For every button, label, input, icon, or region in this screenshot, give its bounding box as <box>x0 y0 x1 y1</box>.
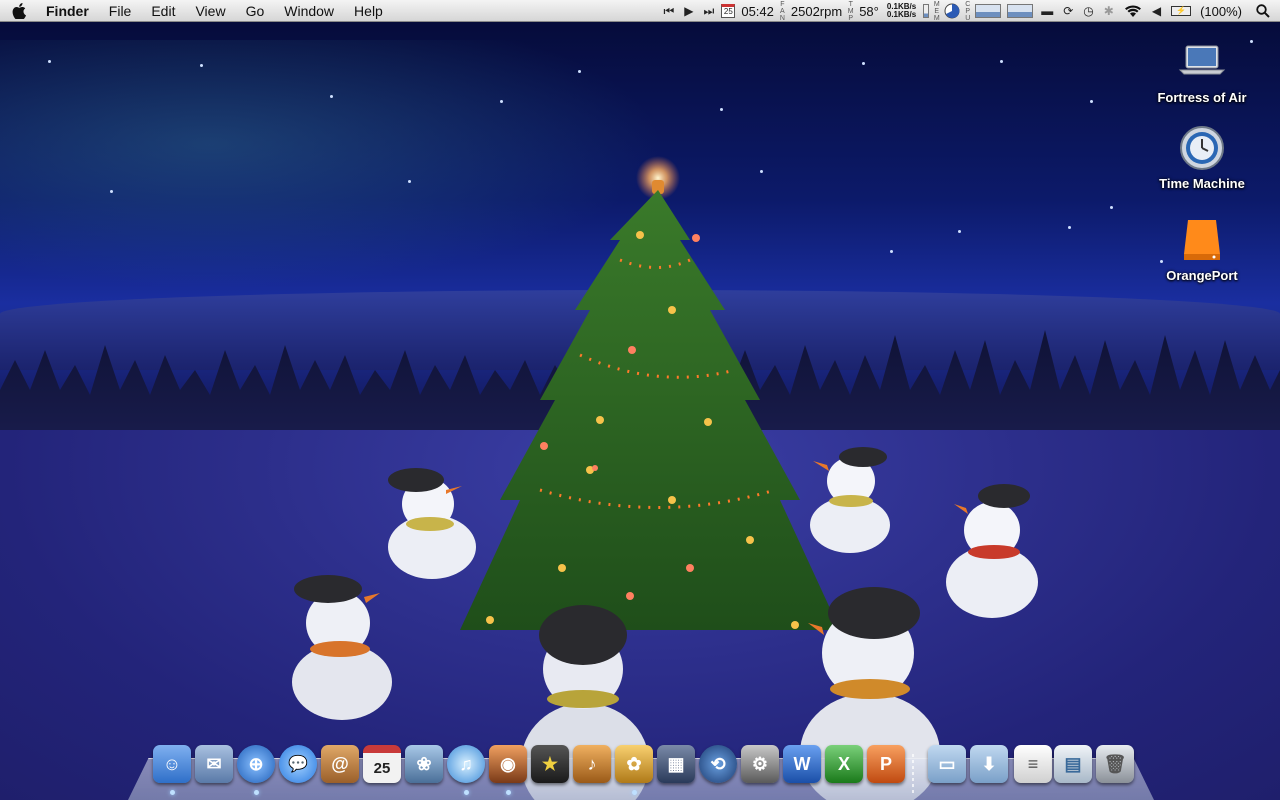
dock-running-indicator <box>506 790 511 795</box>
volume-icon[interactable]: ◀ <box>1147 0 1166 22</box>
network-rates[interactable]: 0.1KB/s 0.1KB/s <box>883 3 920 19</box>
apple-menu-icon[interactable] <box>0 0 38 22</box>
dock-powerpoint-icon[interactable]: P <box>867 745 905 783</box>
dock-image-stack-icon[interactable]: ▤ <box>1054 745 1092 783</box>
menu-app-finder[interactable]: Finder <box>38 0 99 22</box>
dock-word-icon[interactable]: W <box>783 745 821 783</box>
time-machine-menu-icon[interactable]: ◷ <box>1078 0 1098 22</box>
dock-imovie-icon[interactable]: ★ <box>531 745 569 783</box>
dock-photo-booth-icon[interactable]: ◉ <box>489 745 527 783</box>
fan-label: FAN <box>778 0 786 22</box>
time-machine-icon <box>1178 124 1226 172</box>
star <box>408 180 411 183</box>
next-track-icon[interactable]: ⏭ <box>699 0 720 22</box>
status-area: ⏮ ▶ ⏭ 25 05:42 FAN 2502rpm TMP 58° 0.1KB… <box>658 0 1280 22</box>
desktop-icon-label: Time Machine <box>1159 176 1245 191</box>
temp-label: TMP <box>847 0 855 22</box>
previous-track-icon[interactable]: ⏮ <box>658 0 679 22</box>
dock-time-machine-icon[interactable]: ⟲ <box>699 745 737 783</box>
cpu-label: CPU <box>964 0 972 22</box>
dock-iphoto-icon[interactable]: ❀ <box>405 745 443 783</box>
menu-window[interactable]: Window <box>274 0 344 22</box>
sync-icon[interactable]: ⟳ <box>1058 0 1078 22</box>
dock-system-preferences-icon[interactable]: ⚙ <box>741 745 779 783</box>
star <box>330 95 333 98</box>
star <box>578 70 581 73</box>
star <box>110 190 113 193</box>
net-down: 0.1KB/s <box>886 10 917 19</box>
battery-icon[interactable]: ⚡ <box>1166 0 1196 22</box>
dock-address-book-icon[interactable]: @ <box>321 745 359 783</box>
dock-finder-icon[interactable]: ☺ <box>153 745 191 783</box>
wifi-icon[interactable] <box>1119 0 1147 22</box>
laptop-icon <box>1178 38 1226 86</box>
desktop-icon-orangeport[interactable]: OrangePort <box>1147 216 1257 283</box>
snowman <box>292 575 392 720</box>
desktop-icon-label: OrangePort <box>1166 268 1238 283</box>
menu-edit[interactable]: Edit <box>141 0 185 22</box>
dock-running-indicator <box>464 790 469 795</box>
cpu-graph-2-icon[interactable] <box>1007 4 1034 18</box>
calendar-day: 25 <box>721 4 736 18</box>
dock-running-indicator <box>254 790 259 795</box>
dock-ical-icon[interactable]: 25 <box>363 745 401 783</box>
dock-dashboard-icon[interactable]: ▦ <box>657 745 695 783</box>
clock-time[interactable]: 05:42 <box>737 4 778 19</box>
dock-documents-folder-icon[interactable]: ▭ <box>928 745 966 783</box>
star <box>1000 60 1003 63</box>
menu-go[interactable]: Go <box>236 0 275 22</box>
star <box>48 60 51 63</box>
battery-percent[interactable]: (100%) <box>1196 4 1246 19</box>
desktop-icon-fortress-of-air[interactable]: Fortress of Air <box>1147 38 1257 105</box>
play-icon[interactable]: ▶ <box>679 0 698 22</box>
mem-label: MEM <box>933 0 941 22</box>
star <box>720 108 723 111</box>
dock-running-indicator <box>170 790 175 795</box>
dock-mail-icon[interactable]: ✉ <box>195 745 233 783</box>
star <box>500 100 503 103</box>
snowman <box>946 484 1038 618</box>
fan-speed[interactable]: 2502rpm <box>787 4 846 19</box>
menu-bar: Finder File Edit View Go Window Help ⏮ ▶… <box>0 0 1280 22</box>
disk-activity-icon[interactable] <box>920 0 932 22</box>
display-icon[interactable]: ▬ <box>1036 0 1058 22</box>
desktop-icon-time-machine[interactable]: Time Machine <box>1147 124 1257 191</box>
menu-file[interactable]: File <box>99 0 142 22</box>
snowman <box>388 468 476 579</box>
menu-view[interactable]: View <box>185 0 235 22</box>
dock-excel-icon[interactable]: X <box>825 745 863 783</box>
star <box>200 64 203 67</box>
dock-document-stack-icon[interactable]: ≡ <box>1014 745 1052 783</box>
desktop-wallpaper <box>0 0 1280 800</box>
dock-running-indicator <box>632 790 637 795</box>
dock-adium-icon[interactable]: ✿ <box>615 745 653 783</box>
calendar-icon[interactable]: 25 <box>719 0 737 22</box>
snowman <box>810 447 890 553</box>
memory-pie-icon[interactable] <box>941 0 963 22</box>
menu-help[interactable]: Help <box>344 0 393 22</box>
star <box>862 62 865 65</box>
dock-itunes-icon[interactable]: ♫ <box>447 745 485 783</box>
star <box>1110 206 1113 209</box>
cpu-graph-icon[interactable] <box>975 4 1002 18</box>
star <box>1068 226 1071 229</box>
dock-downloads-folder-icon[interactable]: ⬇ <box>970 745 1008 783</box>
dock-separator <box>912 754 914 794</box>
temperature[interactable]: 58° <box>855 4 883 19</box>
dock-trash-icon[interactable]: 🗑 <box>1096 745 1134 783</box>
spotlight-search-icon[interactable] <box>1246 0 1280 22</box>
desktop-icon-label: Fortress of Air <box>1157 90 1247 105</box>
dock-garageband-icon[interactable]: ♪ <box>573 745 611 783</box>
star <box>890 250 893 253</box>
dock-safari-icon[interactable]: ⊕ <box>237 745 275 783</box>
star <box>958 230 961 233</box>
bluetooth-icon[interactable]: ✱ <box>1099 0 1119 22</box>
dock-ichat-icon[interactable]: 💬 <box>279 745 317 783</box>
star <box>1090 100 1093 103</box>
external-drive-icon <box>1178 216 1226 264</box>
